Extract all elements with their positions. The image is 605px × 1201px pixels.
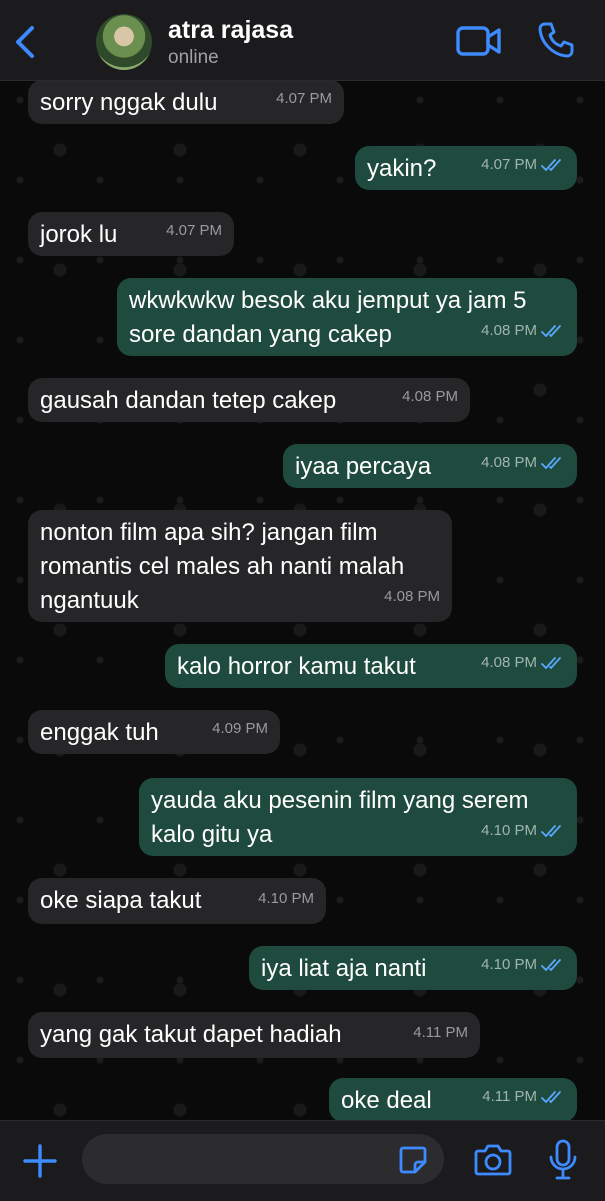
contact-name[interactable]: atra rajasa (168, 16, 293, 45)
message-outgoing[interactable]: yauda aku pesenin film yang serem kalo g… (139, 778, 577, 856)
message-incoming[interactable]: oke siapa takut 4.10 PM (28, 878, 326, 924)
attach-button[interactable] (22, 1143, 58, 1179)
message-meta: 4.10 PM (481, 814, 565, 848)
message-input[interactable] (82, 1134, 444, 1184)
message-outgoing[interactable]: oke deal 4.11 PM (329, 1078, 577, 1120)
sticker-icon (399, 1146, 427, 1174)
message-text: gausah dandan tetep cakep (40, 387, 337, 414)
message-time: 4.10 PM (481, 822, 537, 839)
sticker-button[interactable] (398, 1145, 428, 1175)
read-receipt-icon (541, 1090, 565, 1104)
read-receipt-icon (541, 656, 565, 670)
message-time: 4.11 PM (413, 1024, 468, 1041)
microphone-button[interactable] (548, 1139, 578, 1181)
message-meta: 4.08 PM (384, 580, 440, 614)
message-time: 4.07 PM (276, 90, 332, 107)
message-time: 4.08 PM (384, 588, 440, 605)
chat-header: atra rajasa online (0, 0, 605, 81)
read-receipt-icon (541, 958, 565, 972)
plus-icon (23, 1144, 57, 1178)
contact-status: online (168, 47, 219, 68)
message-meta: 4.08 PM (481, 446, 565, 480)
message-time: 4.10 PM (481, 956, 537, 973)
message-incoming[interactable]: enggak tuh 4.09 PM (28, 710, 280, 754)
message-incoming[interactable]: nonton film apa sih? jangan film romanti… (28, 510, 452, 622)
message-time: 4.08 PM (481, 454, 537, 471)
message-outgoing[interactable]: yakin? 4.07 PM (355, 146, 577, 190)
message-time: 4.09 PM (212, 720, 268, 737)
message-meta: 4.10 PM (481, 948, 565, 982)
message-meta: 4.11 PM (413, 1016, 468, 1050)
message-incoming[interactable]: yang gak takut dapet hadiah 4.11 PM (28, 1012, 480, 1058)
message-meta: 4.09 PM (212, 712, 268, 746)
voice-call-button[interactable] (536, 20, 576, 60)
message-text: nonton film apa sih? jangan film romanti… (40, 519, 405, 614)
message-meta: 4.07 PM (481, 148, 565, 182)
message-outgoing[interactable]: wkwkwkw besok aku jemput ya jam 5 sore d… (117, 278, 577, 356)
message-time: 4.10 PM (258, 890, 314, 907)
read-receipt-icon (541, 158, 565, 172)
message-time: 4.07 PM (481, 156, 537, 173)
phone-icon (538, 22, 574, 58)
read-receipt-icon (541, 324, 565, 338)
message-outgoing[interactable]: kalo horror kamu takut 4.08 PM (165, 644, 577, 688)
message-incoming[interactable]: sorry nggak dulu 4.07 PM (28, 80, 344, 124)
message-meta: 4.07 PM (166, 214, 222, 248)
message-meta: 4.08 PM (481, 646, 565, 680)
message-time: 4.08 PM (481, 654, 537, 671)
read-receipt-icon (541, 824, 565, 838)
message-incoming[interactable]: gausah dandan tetep cakep 4.08 PM (28, 378, 470, 422)
message-meta: 4.10 PM (258, 882, 314, 916)
back-button[interactable] (8, 22, 44, 62)
chat-thread[interactable]: sorry nggak dulu 4.07 PM yakin? 4.07 PM … (0, 80, 605, 1120)
message-incoming[interactable]: jorok lu 4.07 PM (28, 212, 234, 256)
microphone-icon (549, 1139, 577, 1180)
video-camera-icon (456, 26, 501, 56)
video-call-button[interactable] (456, 24, 502, 58)
camera-icon (474, 1144, 512, 1176)
message-outgoing[interactable]: iyaa percaya 4.08 PM (283, 444, 577, 488)
camera-button[interactable] (474, 1143, 512, 1177)
message-meta: 4.07 PM (276, 82, 332, 116)
message-composer (0, 1120, 605, 1201)
message-time: 4.08 PM (402, 388, 458, 405)
avatar[interactable] (96, 14, 152, 70)
message-text: yang gak takut dapet hadiah (40, 1021, 342, 1048)
message-outgoing[interactable]: iya liat aja nanti 4.10 PM (249, 946, 577, 990)
message-meta: 4.11 PM (482, 1080, 565, 1114)
message-time: 4.08 PM (481, 322, 537, 339)
chevron-left-icon (16, 26, 34, 58)
message-meta: 4.08 PM (481, 314, 565, 348)
read-receipt-icon (541, 456, 565, 470)
message-time: 4.07 PM (166, 222, 222, 239)
message-meta: 4.08 PM (402, 380, 458, 414)
message-time: 4.11 PM (482, 1088, 537, 1105)
